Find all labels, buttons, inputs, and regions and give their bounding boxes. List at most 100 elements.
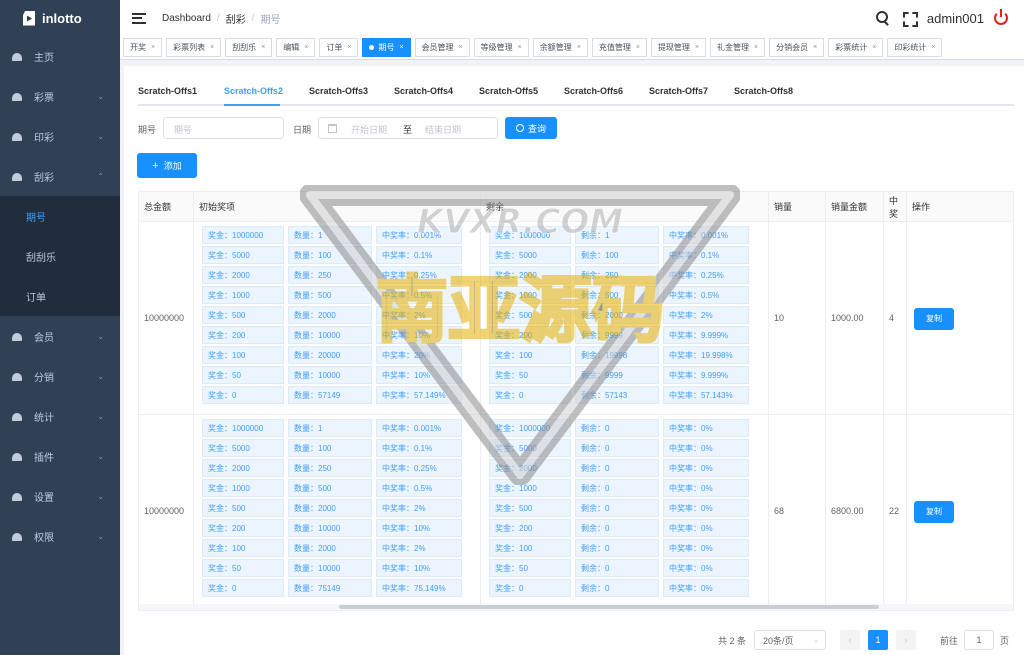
issue-input[interactable]: 期号: [163, 117, 284, 139]
tag-3[interactable]: 编辑 ×: [276, 38, 316, 57]
close-icon[interactable]: ×: [813, 44, 817, 51]
tab-scratch-offs-4[interactable]: Scratch-Offs4: [394, 86, 453, 96]
scrollbar-thumb[interactable]: [339, 605, 879, 609]
tag-6[interactable]: 会员管理 ×: [414, 38, 470, 57]
sidebar-item-label: 会员: [34, 332, 54, 344]
app-logo[interactable]: inlotto: [0, 0, 120, 36]
tag-label: 礼金管理: [717, 43, 750, 52]
prize-tag: 奖金：2000: [489, 266, 571, 284]
close-icon[interactable]: ×: [399, 44, 403, 51]
close-icon[interactable]: ×: [872, 44, 876, 51]
goto-page-input[interactable]: 1: [964, 630, 995, 650]
prize-tag: 奖金：0: [489, 579, 571, 597]
pagination: 共 2 条 20条/页 ⌄ ‹ 1 › 前往 1 页: [718, 629, 1009, 651]
prize-tag: 中奖率：0.25%: [376, 266, 462, 284]
page-number-1[interactable]: 1: [868, 630, 889, 650]
issue-label: 期号: [138, 125, 157, 135]
logout-icon[interactable]: [994, 9, 1008, 25]
fullscreen-icon[interactable]: [901, 10, 918, 27]
horizontal-scrollbar[interactable]: [139, 604, 1013, 610]
prize-tag: 中奖率：0.25%: [376, 459, 462, 477]
prize-tag: 中奖率：10%: [376, 559, 462, 577]
sidebar-item-scratch[interactable]: 刮彩 ⌃: [0, 156, 120, 196]
hamburger-icon[interactable]: [132, 12, 146, 24]
tag-11[interactable]: 礼金管理 ×: [710, 38, 766, 57]
breadcrumb-dashboard[interactable]: Dashboard: [162, 13, 211, 24]
prize-tag: 剩余：0: [575, 559, 659, 577]
prize-tag: 中奖率：0.1%: [376, 246, 462, 264]
close-icon[interactable]: ×: [347, 44, 351, 51]
sidebar-item-label: 设置: [34, 492, 54, 504]
sidebar-subitem-issue[interactable]: 期号: [0, 196, 120, 236]
active-tab-indicator: [224, 104, 280, 106]
tag-12[interactable]: 分销会员 ×: [769, 38, 825, 57]
search-button[interactable]: 查询: [505, 117, 557, 139]
close-icon[interactable]: ×: [210, 44, 214, 51]
prize-tag: 奖金：1000000: [202, 419, 284, 437]
tab-scratch-offs-5[interactable]: Scratch-Offs5: [479, 86, 538, 96]
tag-14[interactable]: 印彩统计 ×: [887, 38, 943, 57]
tab-scratch-offs-1[interactable]: Scratch-Offs1: [138, 86, 197, 96]
sidebar-item-print-lottery[interactable]: 印彩 ⌄: [0, 116, 120, 156]
tab-scratch-offs-7[interactable]: Scratch-Offs7: [649, 86, 708, 96]
sidebar-item-distribution[interactable]: 分销 ⌄: [0, 356, 120, 396]
close-icon[interactable]: ×: [518, 44, 522, 51]
sidebar-item-plugins[interactable]: 插件 ⌄: [0, 436, 120, 476]
close-icon[interactable]: ×: [577, 44, 581, 51]
tag-10[interactable]: 提现管理 ×: [650, 38, 707, 57]
sidebar-subitem-scratch-offs[interactable]: 刮刮乐: [0, 236, 120, 276]
tag-7[interactable]: 等级管理 ×: [473, 38, 529, 57]
close-icon[interactable]: ×: [636, 44, 640, 51]
prize-tag: 奖金：0: [202, 386, 284, 404]
tag-13[interactable]: 彩票统计 ×: [828, 38, 884, 57]
pagination-total: 共 2 条: [718, 635, 747, 646]
prize-tag: 数量：500: [288, 479, 372, 497]
sidebar-item-permissions[interactable]: 权限 ⌄: [0, 516, 120, 556]
sidebar-item-home[interactable]: 主页: [0, 36, 120, 76]
close-icon[interactable]: ×: [459, 44, 463, 51]
tab-scratch-offs-2[interactable]: Scratch-Offs2: [224, 86, 283, 96]
page-size-select[interactable]: 20条/页 ⌄: [754, 630, 827, 650]
tag-9[interactable]: 充值管理 ×: [591, 38, 647, 57]
close-icon[interactable]: ×: [695, 44, 699, 51]
tab-scratch-offs-6[interactable]: Scratch-Offs6: [564, 86, 623, 96]
sidebar-item-lottery[interactable]: 彩票 ⌄: [0, 76, 120, 116]
close-icon[interactable]: ×: [261, 44, 265, 51]
breadcrumb-scratch[interactable]: 刮彩: [226, 11, 246, 26]
username[interactable]: admin001: [927, 11, 984, 26]
end-date-input[interactable]: 结束日期: [425, 123, 461, 136]
close-icon[interactable]: ×: [931, 44, 935, 51]
sidebar-item-members[interactable]: 会员 ⌄: [0, 316, 120, 356]
search-icon[interactable]: [875, 10, 891, 26]
sidebar-item-statistics[interactable]: 统计 ⌄: [0, 396, 120, 436]
prize-tag: 中奖率：0%: [663, 419, 749, 437]
tag-4[interactable]: 订单 ×: [319, 38, 359, 57]
copy-button[interactable]: 复制: [914, 500, 954, 523]
tab-scratch-offs-3[interactable]: Scratch-Offs3: [309, 86, 368, 96]
date-range-picker[interactable]: 开始日期 至 结束日期: [318, 117, 498, 139]
navbar: Dashboard / 刮彩 / 期号 admin001: [120, 0, 1024, 36]
tab-scratch-offs-8[interactable]: Scratch-Offs8: [734, 86, 793, 96]
tag-label: 编辑: [283, 43, 300, 52]
table-row: 10000000 10 1000.00 4 奖金：1000000 数量：1 中奖率：0.00…: [139, 222, 1013, 415]
tag-label: 分销会员: [776, 43, 809, 52]
close-icon[interactable]: ×: [304, 44, 308, 51]
tag-5[interactable]: 期号 ×: [362, 38, 411, 57]
next-page-button[interactable]: ›: [896, 630, 917, 650]
add-button[interactable]: + 添加: [137, 153, 197, 178]
tag-2[interactable]: 刮刮乐 ×: [225, 38, 273, 57]
start-date-input[interactable]: 开始日期: [351, 123, 387, 136]
copy-button[interactable]: 复制: [914, 307, 954, 330]
tag-0[interactable]: 开奖 ×: [123, 38, 163, 57]
prize-tag: 奖金：500: [489, 499, 571, 517]
tag-1[interactable]: 彩票列表 ×: [166, 38, 222, 57]
sidebar-item-settings[interactable]: 设置 ⌄: [0, 476, 120, 516]
prev-page-button[interactable]: ‹: [840, 630, 861, 650]
close-icon[interactable]: ×: [151, 44, 155, 51]
tag-8[interactable]: 余额管理 ×: [532, 38, 588, 57]
prize-tag: 中奖率：2%: [376, 499, 462, 517]
close-icon[interactable]: ×: [754, 44, 758, 51]
sidebar-subitem-orders[interactable]: 订单: [0, 276, 120, 316]
prize-tag: 剩余：0: [575, 459, 659, 477]
prize-tag: 数量：57149: [288, 386, 372, 404]
